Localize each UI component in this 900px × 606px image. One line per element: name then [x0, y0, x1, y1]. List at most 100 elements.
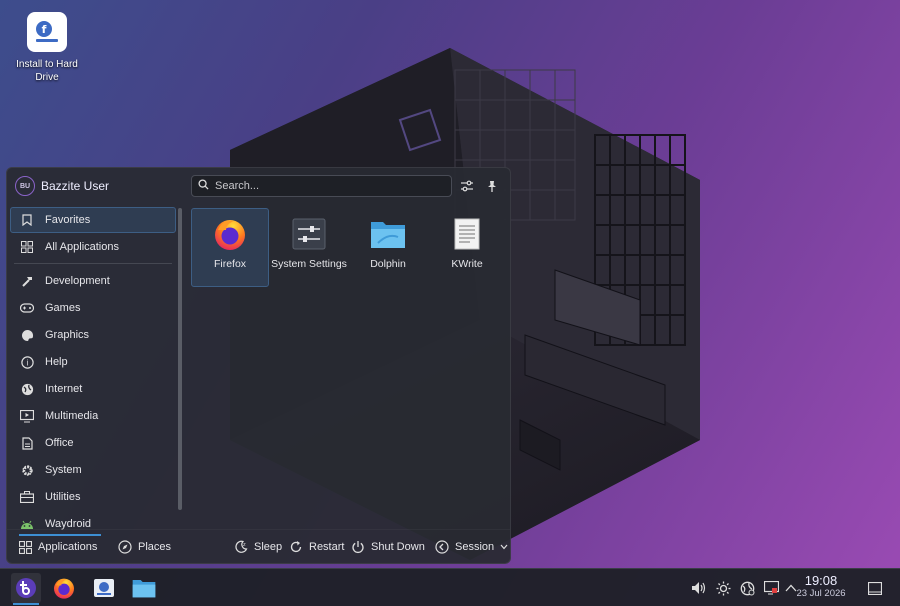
brightness-button[interactable] [714, 579, 732, 597]
dolphin-icon [132, 580, 156, 598]
sidebar-item-graphics[interactable]: Graphics [10, 322, 176, 348]
app-tile-system-settings[interactable]: System Settings [270, 208, 348, 287]
places-tab-label: Places [138, 541, 172, 553]
sidebar-divider [14, 263, 172, 264]
grid-icon [19, 239, 35, 255]
display-icon [763, 581, 779, 595]
taskbar-firefox[interactable] [49, 573, 79, 603]
power-icon [350, 539, 366, 555]
folder-icon [370, 216, 406, 252]
system-settings-icon [291, 216, 327, 252]
document-icon [19, 435, 35, 451]
category-sidebar: Favorites All Applications Development G… [10, 207, 176, 536]
sidebar-item-office[interactable]: Office [10, 430, 176, 456]
app-label: Dolphin [370, 258, 406, 270]
svg-text:i: i [26, 358, 28, 367]
restart-button[interactable]: Restart [288, 537, 344, 557]
svg-text:z: z [243, 542, 246, 548]
app-tile-firefox[interactable]: Firefox [191, 208, 269, 287]
configure-button[interactable] [458, 177, 476, 195]
restart-icon [288, 539, 304, 555]
search-field[interactable] [191, 175, 452, 197]
discover-icon [94, 579, 114, 597]
sidebar-item-label: Multimedia [45, 410, 99, 422]
app-label: KWrite [451, 258, 483, 270]
session-icon [434, 539, 450, 555]
sliders-icon [461, 180, 473, 192]
clock[interactable]: 19:08 23 Jul 2026 [794, 573, 848, 600]
application-launcher: BU Bazzite User Search... Favorites All … [6, 167, 511, 564]
session-menu-button[interactable]: Session [434, 537, 508, 557]
firefox-icon [54, 578, 74, 599]
sidebar-item-label: Help [45, 356, 68, 368]
sidebar-item-label: Graphics [45, 329, 90, 341]
app-label: Firefox [213, 258, 247, 270]
sidebar-item-internet[interactable]: Internet [10, 376, 176, 402]
places-tab[interactable]: Places [117, 537, 171, 557]
search-icon [198, 179, 209, 193]
applications-tab-label: Applications [38, 541, 98, 553]
user-name: Bazzite User [41, 179, 110, 193]
globe-icon [19, 381, 35, 397]
restart-label: Restart [309, 541, 345, 553]
sidebar-item-label: Favorites [45, 214, 91, 226]
volume-button[interactable] [690, 579, 708, 597]
app-tile-kwrite[interactable]: KWrite [428, 208, 506, 287]
sidebar-item-label: Internet [45, 383, 83, 395]
sidebar-scrollbar[interactable] [178, 208, 182, 510]
toolbox-icon [19, 489, 35, 505]
search-input[interactable] [215, 180, 435, 192]
sidebar-item-system[interactable]: System [10, 457, 176, 483]
sleep-button[interactable]: z Sleep [233, 537, 282, 557]
taskbar-discover[interactable] [89, 573, 119, 603]
hammer-icon [19, 273, 35, 289]
sidebar-item-label: All Applications [45, 241, 119, 253]
sidebar-item-label: Development [45, 275, 110, 287]
avatar[interactable]: BU [15, 176, 35, 196]
sleep-label: Sleep [254, 541, 283, 553]
show-desktop-icon [868, 581, 882, 595]
compass-icon [117, 539, 133, 555]
app-launcher-icon [16, 578, 36, 598]
grid-icon [17, 539, 33, 555]
app-launcher-button[interactable] [11, 573, 41, 605]
sidebar-item-games[interactable]: Games [10, 295, 176, 321]
brightness-icon [716, 581, 730, 595]
app-tile-dolphin[interactable]: Dolphin [349, 208, 427, 287]
session-label: Session [455, 541, 495, 553]
network-button[interactable] [738, 579, 756, 597]
installer-icon: f [27, 12, 67, 52]
display-button[interactable] [762, 579, 780, 597]
desktop-icon-label: Install to Hard Drive [16, 59, 78, 83]
sidebar-item-multimedia[interactable]: Multimedia [10, 403, 176, 429]
firefox-icon [212, 216, 248, 252]
sidebar-item-label: Office [45, 437, 74, 449]
sidebar-item-utilities[interactable]: Utilities [10, 484, 176, 510]
sidebar-item-favorites[interactable]: Favorites [10, 207, 176, 233]
sidebar-item-help[interactable]: i Help [10, 349, 176, 375]
pin-icon [488, 180, 496, 192]
shutdown-label: Shut Down [371, 541, 425, 553]
taskbar-dolphin[interactable] [129, 573, 159, 603]
pin-button[interactable] [483, 177, 501, 195]
sidebar-item-label: System [45, 464, 82, 476]
gamepad-icon [19, 300, 35, 316]
help-icon: i [19, 354, 35, 370]
gear-icon [19, 462, 35, 478]
network-icon [740, 581, 754, 595]
sidebar-item-development[interactable]: Development [10, 268, 176, 294]
monitor-play-icon [19, 408, 35, 424]
show-desktop-button[interactable] [866, 579, 884, 597]
sidebar-item-all-applications[interactable]: All Applications [10, 234, 176, 260]
taskbar: 19:08 23 Jul 2026 [0, 568, 900, 606]
svg-text:f: f [42, 23, 47, 36]
palette-icon [19, 327, 35, 343]
applications-tab[interactable]: Applications [17, 537, 97, 557]
launcher-header: BU Bazzite User [7, 168, 510, 204]
launcher-footer: Applications Places z Sleep Restart Shut… [7, 529, 510, 563]
shutdown-button[interactable]: Shut Down [350, 537, 425, 557]
volume-icon [692, 582, 706, 594]
text-editor-icon [449, 216, 485, 252]
install-to-hard-drive-shortcut[interactable]: f Install to Hard Drive [8, 10, 86, 84]
clock-time: 19:08 [804, 573, 838, 588]
